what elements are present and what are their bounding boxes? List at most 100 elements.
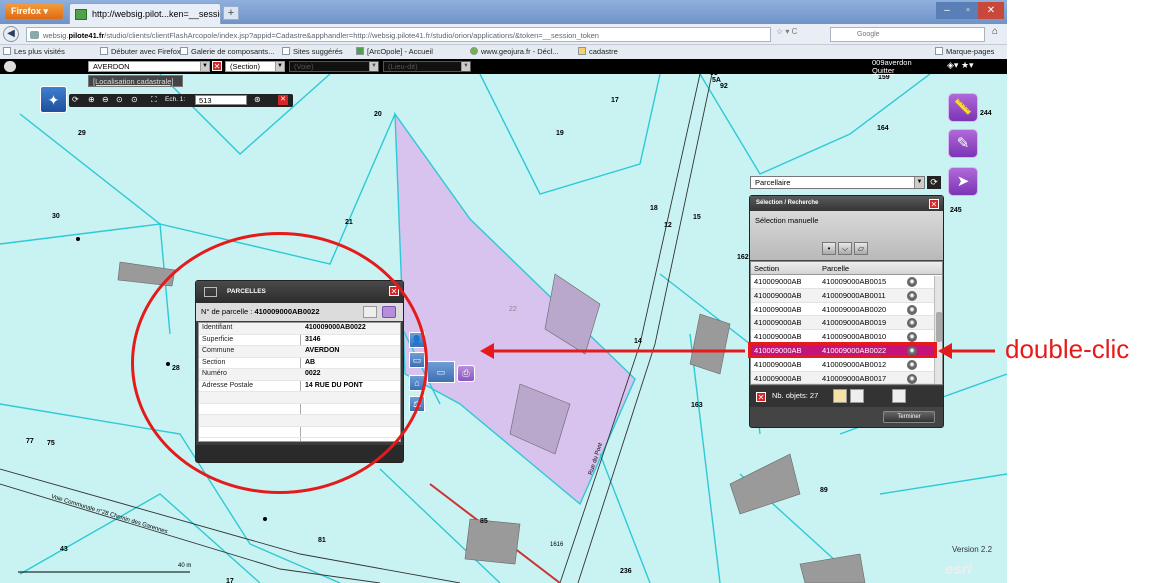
info-icon[interactable]: ◉	[907, 318, 917, 329]
polygon-select-icon[interactable]: ▱	[854, 242, 868, 255]
lieudit-select[interactable]: (Lieu-dit) ▼	[383, 61, 471, 72]
zoom-in-icon[interactable]: ⊕	[88, 95, 95, 104]
table-row[interactable]: 410009000AB 410009000AB0019 ◉	[751, 316, 934, 331]
browser-tab[interactable]: http://websig.pilot...ken=__session_toke…	[69, 3, 221, 24]
minimize-icon[interactable]: –	[936, 2, 958, 19]
selection-results-table: Section Parcelle 410009000AB 410009000AB0…	[750, 261, 943, 385]
clear-commune-icon[interactable]: ✕	[212, 61, 222, 71]
cell-parcelle: 410009000AB0011	[822, 290, 886, 300]
manual-selection-label: Sélection manuelle	[755, 216, 819, 225]
pan-compass-icon[interactable]: ✦	[40, 86, 67, 113]
table-scrollbar[interactable]	[934, 276, 942, 384]
clear-selection-icon[interactable]: ✕	[756, 392, 766, 402]
refresh-icon[interactable]: ⟳	[72, 95, 79, 104]
quit-link[interactable]: Quitter	[872, 67, 932, 75]
print-icon[interactable]: ⎙	[457, 365, 475, 382]
new-tab-button[interactable]: +	[223, 6, 239, 20]
firefox-label: Firefox	[11, 6, 42, 16]
info-icon[interactable]: ◉	[907, 290, 917, 301]
parcel-number: 81	[318, 537, 326, 544]
parcel-tool-icon[interactable]: ▭	[427, 361, 455, 383]
scale-value: 513	[199, 96, 212, 105]
chevron-down-icon: ▼	[461, 62, 470, 71]
voie-select[interactable]: (Voie) ▼	[289, 61, 379, 72]
layers-icon[interactable]: ◈▾	[947, 60, 958, 70]
app-menu-icon[interactable]	[4, 61, 16, 72]
bookmark-item[interactable]: Galerie de composants...	[180, 47, 274, 56]
bookmark-item[interactable]: Sites suggérés	[282, 47, 343, 56]
full-extent-icon[interactable]: ⛶	[151, 95, 157, 105]
draw-pencil-icon[interactable]: ✎	[948, 129, 978, 158]
url-field[interactable]: websig.pilote41.fr/studio/clients/client…	[26, 27, 771, 42]
cell-section: 410009000AB	[754, 290, 802, 300]
column-header-parcelle[interactable]: Parcelle	[822, 264, 849, 273]
search-placeholder: Google	[857, 31, 880, 38]
info-icon[interactable]: ◉	[907, 373, 917, 384]
search-field[interactable]: Google	[830, 27, 985, 42]
bookmarks-menu[interactable]: Marque-pages	[935, 47, 994, 56]
refresh-icon[interactable]: ⟳	[927, 176, 941, 189]
parcel-number: 43	[60, 546, 68, 553]
point-select-icon[interactable]: •	[822, 242, 836, 255]
scrollbar-thumb[interactable]	[936, 312, 942, 342]
bookmark-item[interactable]: Débuter avec Firefox	[100, 47, 181, 56]
zoom-out-icon[interactable]: ⊖	[102, 95, 109, 104]
parcel-number: 92	[720, 83, 728, 90]
parcel-number: 89	[820, 487, 828, 494]
close-toolbar-icon[interactable]: ✕	[278, 95, 288, 105]
measure-ruler-icon[interactable]: 📏	[948, 93, 978, 122]
zoom-box-icon[interactable]: ⊙	[116, 95, 123, 104]
bookmark-label: Débuter avec Firefox	[111, 47, 181, 56]
maximize-icon[interactable]: ▫	[958, 2, 978, 19]
lieudit-value: (Lieu-dit)	[388, 62, 418, 71]
scale-label: Ech. 1:	[165, 96, 186, 103]
object-count: Nb. objets: 27	[772, 391, 819, 400]
table-row[interactable]: 410009000AB 410009000AB0020 ◉	[751, 303, 934, 317]
info-icon[interactable]: ◉	[907, 277, 917, 287]
close-window-icon[interactable]: ✕	[978, 2, 1004, 19]
building	[729, 453, 801, 515]
section-select[interactable]: (Section) ▼	[225, 61, 285, 72]
column-header-section[interactable]: Section	[754, 264, 779, 273]
parcel-boundary	[159, 74, 331, 155]
excel-export-icon[interactable]	[892, 389, 906, 403]
localisation-cadastrale-link[interactable]: [Localisation cadastrale]	[88, 75, 183, 87]
bookmark-item[interactable]: www.geojura.fr - Décl...	[470, 47, 559, 56]
cell-section: 410009000AB	[754, 318, 802, 328]
bookmark-item[interactable]: [ArcOpole] - Accueil	[356, 47, 433, 56]
globe-icon[interactable]: ⊛	[254, 95, 261, 104]
bookmark-star-icon[interactable]: ☆ ▾ C	[776, 27, 816, 42]
parcel-boundary	[479, 74, 661, 195]
parcel-number: 245	[950, 207, 962, 214]
bookmark-item[interactable]: cadastre	[578, 47, 618, 56]
select-arrow-icon[interactable]: ➤	[948, 167, 978, 196]
favorites-star-icon[interactable]: ★▾	[961, 60, 974, 70]
layer-combo[interactable]: Parcellaire ▼	[750, 176, 925, 189]
home-icon[interactable]: ⌂	[992, 26, 1006, 42]
chevron-down-icon: ▼	[914, 177, 924, 188]
bookmark-item[interactable]: Les plus visités	[3, 47, 65, 56]
tab-favicon-icon	[75, 9, 87, 20]
firefox-menu-button[interactable]: Firefox ▾	[5, 4, 63, 19]
building	[464, 518, 521, 565]
parcel-number: 22	[509, 306, 517, 313]
table-row[interactable]: 410009000AB 410009000AB0015 ◉	[751, 275, 934, 289]
table-row[interactable]: 410009000AB 410009000AB0017 ◉	[751, 371, 934, 384]
line-select-icon[interactable]: ⌵	[838, 242, 852, 255]
commune-select[interactable]: AVERDON ▼	[88, 61, 210, 72]
edit-selection-icon[interactable]	[850, 389, 864, 403]
cell-parcelle: 410009000AB0020	[822, 304, 887, 314]
parcel-number: 162	[737, 254, 749, 261]
close-icon[interactable]: ✕	[929, 199, 939, 209]
table-row[interactable]: 410009000AB 410009000AB0011 ◉	[751, 288, 934, 303]
finish-button[interactable]: Terminer	[883, 411, 935, 423]
parcel-number: 159	[878, 74, 890, 81]
scale-select[interactable]: 513	[195, 95, 247, 105]
parcel-boundary	[599, 453, 651, 583]
parcel-number: 17	[226, 578, 234, 583]
zoom-to-selection-icon[interactable]	[833, 389, 847, 403]
info-icon[interactable]: ◉	[907, 304, 917, 315]
back-arrow-icon[interactable]: ◀	[3, 26, 19, 42]
zoom-previous-icon[interactable]: ⊙	[131, 95, 138, 104]
selection-panel: Sélection / Recherche ✕ Sélection manuel…	[749, 195, 944, 428]
